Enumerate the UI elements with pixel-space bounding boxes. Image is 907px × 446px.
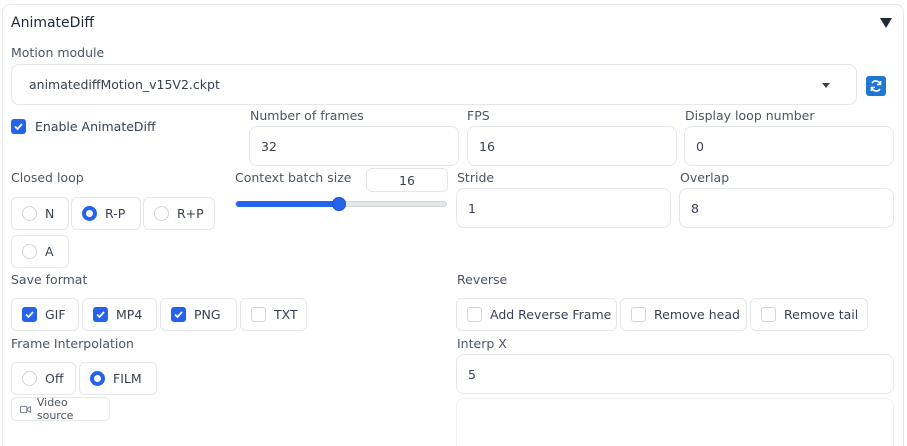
motion-module-label: Motion module bbox=[11, 45, 105, 60]
reverse-add-reverse-frame[interactable]: Add Reverse Frame bbox=[456, 298, 617, 331]
checkbox-unchecked-icon bbox=[467, 307, 482, 322]
closed-loop-option-r-plus-p[interactable]: R+P bbox=[143, 197, 215, 230]
overlap-input[interactable]: 8 bbox=[679, 188, 894, 228]
context-batch-size-slider[interactable] bbox=[235, 197, 447, 211]
option-label: N bbox=[45, 206, 55, 221]
collapse-caret-icon[interactable] bbox=[880, 18, 892, 28]
frame-interpolation-off[interactable]: Off bbox=[11, 362, 76, 395]
enable-animatediff-checkbox[interactable]: Enable AnimateDiff bbox=[11, 119, 156, 134]
radio-icon bbox=[22, 244, 37, 259]
closed-loop-option-a[interactable]: A bbox=[11, 235, 69, 268]
closed-loop-option-n[interactable]: N bbox=[11, 197, 69, 230]
radio-selected-icon bbox=[82, 206, 97, 221]
slider-thumb[interactable] bbox=[331, 197, 346, 211]
option-label: MP4 bbox=[116, 307, 143, 322]
save-format-png[interactable]: PNG bbox=[160, 298, 237, 331]
checkbox-unchecked-icon bbox=[251, 307, 266, 322]
stride-input[interactable]: 1 bbox=[456, 188, 671, 228]
context-batch-size-number[interactable]: 16 bbox=[366, 168, 448, 192]
option-label: Remove head bbox=[654, 307, 740, 322]
option-label: GIF bbox=[45, 307, 66, 322]
option-label: PNG bbox=[194, 307, 221, 322]
stride-label: Stride bbox=[457, 170, 495, 185]
overlap-label: Overlap bbox=[680, 170, 730, 185]
number-of-frames-label: Number of frames bbox=[250, 108, 364, 123]
dropdown-arrow-icon bbox=[822, 83, 830, 88]
video-source-button[interactable]: Video source bbox=[11, 396, 110, 422]
option-label: R+P bbox=[177, 206, 204, 221]
motion-module-dropdown[interactable]: animatediffMotion_v15V2.ckpt bbox=[11, 64, 857, 105]
closed-loop-label: Closed loop bbox=[11, 170, 84, 185]
frame-interpolation-label: Frame Interpolation bbox=[11, 336, 134, 351]
frame-interpolation-film[interactable]: FILM bbox=[79, 362, 157, 395]
save-format-label: Save format bbox=[11, 272, 88, 287]
save-format-mp4[interactable]: MP4 bbox=[82, 298, 157, 331]
video-drop-area[interactable] bbox=[456, 398, 894, 446]
number-of-frames-input[interactable]: 32 bbox=[249, 126, 459, 166]
video-camera-icon bbox=[20, 405, 31, 413]
checkbox-checked-icon bbox=[11, 119, 26, 134]
panel-title[interactable]: AnimateDiff bbox=[11, 15, 94, 31]
checkbox-checked-icon bbox=[93, 307, 108, 322]
option-label: Add Reverse Frame bbox=[490, 307, 612, 322]
display-loop-label: Display loop number bbox=[685, 108, 815, 123]
fps-input[interactable]: 16 bbox=[467, 126, 677, 166]
checkbox-unchecked-icon bbox=[761, 307, 776, 322]
reverse-remove-head[interactable]: Remove head bbox=[620, 298, 747, 331]
refresh-button[interactable] bbox=[866, 76, 886, 96]
option-label: TXT bbox=[274, 307, 298, 322]
context-batch-size-label: Context batch size bbox=[235, 170, 352, 185]
option-label: Off bbox=[45, 371, 64, 386]
display-loop-input[interactable]: 0 bbox=[684, 126, 894, 166]
radio-icon bbox=[22, 371, 37, 386]
save-format-gif[interactable]: GIF bbox=[11, 298, 79, 331]
checkbox-checked-icon bbox=[22, 307, 37, 322]
motion-module-value: animatediffMotion_v15V2.ckpt bbox=[29, 77, 220, 92]
reverse-remove-tail[interactable]: Remove tail bbox=[750, 298, 868, 331]
interp-x-input[interactable]: 5 bbox=[456, 354, 894, 394]
option-label: A bbox=[45, 244, 54, 259]
checkbox-unchecked-icon bbox=[631, 307, 646, 322]
option-label: Remove tail bbox=[784, 307, 859, 322]
fps-label: FPS bbox=[467, 108, 490, 123]
radio-icon bbox=[154, 206, 169, 221]
refresh-icon bbox=[870, 80, 882, 92]
checkbox-checked-icon bbox=[171, 307, 186, 322]
save-format-txt[interactable]: TXT bbox=[240, 298, 307, 331]
closed-loop-option-r-p[interactable]: R-P bbox=[71, 197, 141, 230]
interp-x-label: Interp X bbox=[457, 336, 507, 351]
option-label: FILM bbox=[113, 371, 142, 386]
reverse-label: Reverse bbox=[457, 272, 508, 287]
radio-selected-icon bbox=[90, 371, 105, 386]
slider-fill bbox=[236, 201, 339, 207]
video-source-label: Video source bbox=[36, 396, 74, 422]
option-label: R-P bbox=[105, 206, 126, 221]
radio-icon bbox=[22, 206, 37, 221]
enable-animatediff-label: Enable AnimateDiff bbox=[35, 119, 156, 134]
